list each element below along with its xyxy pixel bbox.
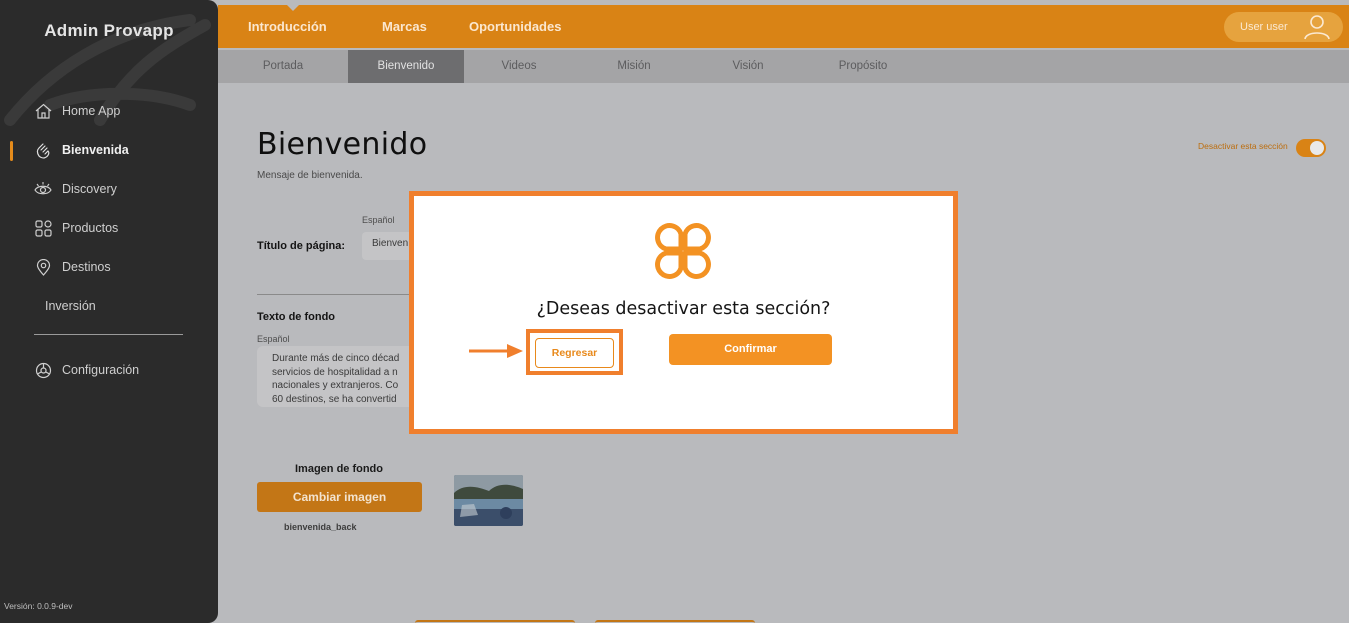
home-icon	[34, 102, 52, 120]
version-label: Versión: 0.0.9-dev	[4, 601, 73, 611]
clover-logo-icon	[653, 221, 713, 286]
waving-hand-icon	[34, 141, 52, 159]
confirm-dialog: ¿Deseas desactivar esta sección? Regresa…	[409, 191, 958, 434]
location-pin-icon	[34, 258, 52, 276]
settings-icon	[34, 361, 52, 379]
grid-icon	[34, 219, 52, 237]
sidebar-item-label: Inversión	[45, 299, 96, 313]
app-title: Admin Provapp	[44, 21, 174, 40]
pointer-arrow-icon	[469, 344, 523, 358]
back-button[interactable]: Regresar	[535, 338, 614, 368]
sidebar-divider	[34, 334, 183, 335]
sidebar-item-discovery[interactable]: Discovery	[34, 179, 117, 199]
sidebar-item-label: Bienvenida	[62, 143, 129, 157]
sidebar-item-destinos[interactable]: Destinos	[34, 257, 111, 277]
sidebar-item-configuracion[interactable]: Configuración	[34, 360, 139, 380]
sidebar: Admin Provapp Home App Bienvenida Discov…	[0, 0, 218, 623]
sidebar-item-productos[interactable]: Productos	[34, 218, 118, 238]
sidebar-item-home-app[interactable]: Home App	[34, 101, 120, 121]
sidebar-item-bienvenida[interactable]: Bienvenida	[34, 140, 129, 160]
sidebar-item-label: Configuración	[62, 363, 140, 377]
dialog-question: ¿Deseas desactivar esta sección?	[536, 299, 831, 319]
sidebar-item-label: Productos	[62, 221, 119, 235]
eye-icon	[34, 180, 52, 198]
sidebar-item-label: Discovery	[62, 182, 117, 196]
sidebar-item-label: Destinos	[62, 260, 111, 274]
confirm-button[interactable]: Confirmar	[669, 334, 832, 365]
active-indicator	[10, 141, 13, 161]
sidebar-item-label: Home App	[62, 104, 121, 118]
sidebar-item-inversion[interactable]: Inversión	[45, 296, 96, 316]
